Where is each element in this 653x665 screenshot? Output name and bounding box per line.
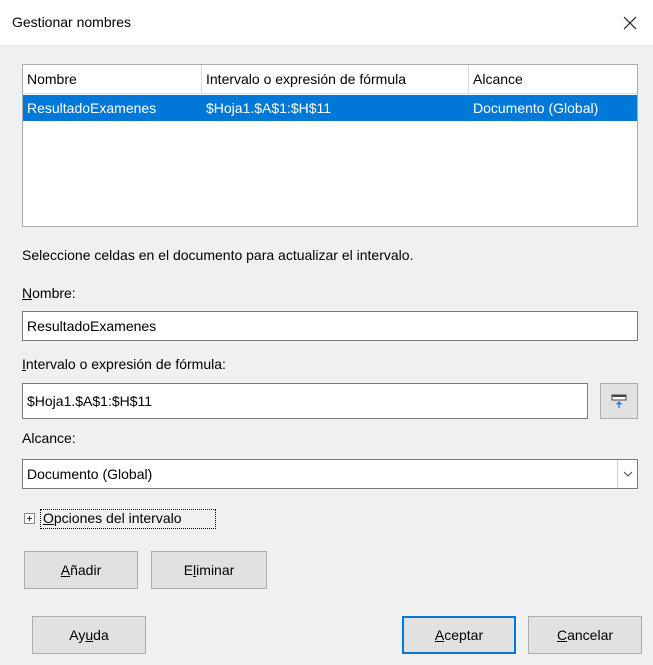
shrink-button[interactable] <box>600 383 638 419</box>
names-list[interactable]: Nombre Intervalo o expresión de fórmula … <box>22 64 638 227</box>
dialog-body: Nombre Intervalo o expresión de fórmula … <box>0 46 653 665</box>
title-bar: Gestionar nombres <box>0 0 653 46</box>
options-expander-label: Opciones del intervalo <box>43 510 182 526</box>
expand-toggle[interactable] <box>24 513 35 524</box>
cancel-button[interactable]: Cancelar <box>528 616 642 654</box>
delete-button-label: Eliminar <box>183 562 235 578</box>
dialog-title: Gestionar nombres <box>12 14 132 30</box>
column-header-range[interactable]: Intervalo o expresión de fórmula <box>202 65 469 93</box>
plus-icon <box>27 516 32 521</box>
name-input[interactable]: ResultadoExamenes <box>22 311 638 341</box>
shrink-icon <box>611 394 627 408</box>
column-header-scope[interactable]: Alcance <box>469 65 639 93</box>
options-expander[interactable]: Opciones del intervalo <box>40 509 216 529</box>
range-label: Intervalo o expresión de fórmula: <box>22 356 226 372</box>
dropdown-button[interactable] <box>617 460 637 488</box>
scope-select-value: Documento (Global) <box>27 466 153 482</box>
add-button[interactable]: Añadir <box>24 551 138 589</box>
cell-range: $Hoja1.$A$1:$H$11 <box>206 100 332 116</box>
name-label: Nombre: <box>22 285 76 301</box>
range-input[interactable]: $Hoja1.$A$1:$H$11 <box>22 383 588 419</box>
close-button[interactable] <box>607 0 653 46</box>
list-header: Nombre Intervalo o expresión de fórmula … <box>23 65 637 94</box>
help-button[interactable]: Ayuda <box>32 616 146 654</box>
hint-text: Seleccione celdas en el documento para a… <box>22 247 414 263</box>
close-icon <box>623 16 637 30</box>
add-button-label: Añadir <box>60 562 102 578</box>
cell-scope: Documento (Global) <box>473 100 599 116</box>
delete-button[interactable]: Eliminar <box>151 551 267 589</box>
chevron-down-icon <box>623 471 632 477</box>
ok-button[interactable]: Aceptar <box>402 616 516 654</box>
cancel-button-label: Cancelar <box>556 627 614 643</box>
list-row-selected[interactable]: ResultadoExamenes $Hoja1.$A$1:$H$11 Docu… <box>23 95 637 121</box>
scope-select[interactable]: Documento (Global) <box>22 459 638 489</box>
help-button-label: Ayuda <box>69 627 109 643</box>
cell-name: ResultadoExamenes <box>27 100 157 116</box>
scope-label: Alcance: <box>22 430 76 446</box>
column-header-name[interactable]: Nombre <box>23 65 202 93</box>
ok-button-label: Aceptar <box>434 627 484 643</box>
